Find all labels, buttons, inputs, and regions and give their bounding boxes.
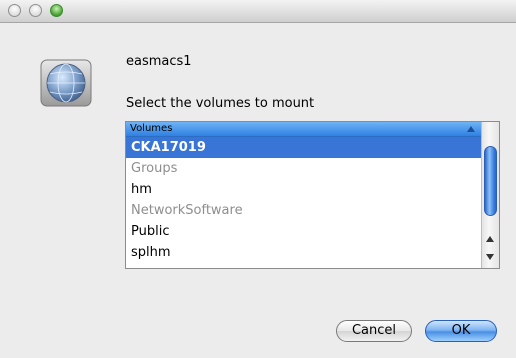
volume-row-public[interactable]: Public [126,221,481,242]
mount-prompt-label: Select the volumes to mount [126,96,315,111]
close-window-button[interactable] [8,4,21,17]
server-name-label: easmacs1 [126,54,192,69]
scroll-up-arrow-icon[interactable] [486,236,494,242]
volume-row-groups: Groups [131,161,178,176]
volumes-header-label: Volumes [130,123,173,134]
volume-row-hm[interactable]: hm [126,179,481,200]
cancel-button[interactable]: Cancel [336,320,412,342]
volumes-scrollbar[interactable] [481,122,499,268]
volume-row-networksoftware: NetworkSoftware [131,203,243,218]
sort-ascending-icon [467,126,475,132]
mount-volumes-dialog: easmacs1 Select the volumes to mount Vol… [0,0,516,358]
network-server-globe-icon [40,59,92,107]
zoom-window-button[interactable] [50,4,63,17]
volumes-list[interactable]: Volumes CKA17019 Groups hm NetworkSoftwa… [125,121,500,269]
volumes-column-header[interactable]: Volumes [126,122,481,137]
volume-row-cka17019[interactable]: CKA17019 [126,137,481,158]
scroll-down-arrow-icon[interactable] [486,254,494,260]
ok-button[interactable]: OK [425,320,497,342]
title-bar[interactable] [0,0,516,23]
minimize-window-button[interactable] [29,4,42,17]
volumes-rows: CKA17019 Groups hm NetworkSoftware Publi… [126,137,481,263]
volume-row-splhm[interactable]: splhm [126,242,481,263]
scrollbar-thumb[interactable] [484,146,497,216]
